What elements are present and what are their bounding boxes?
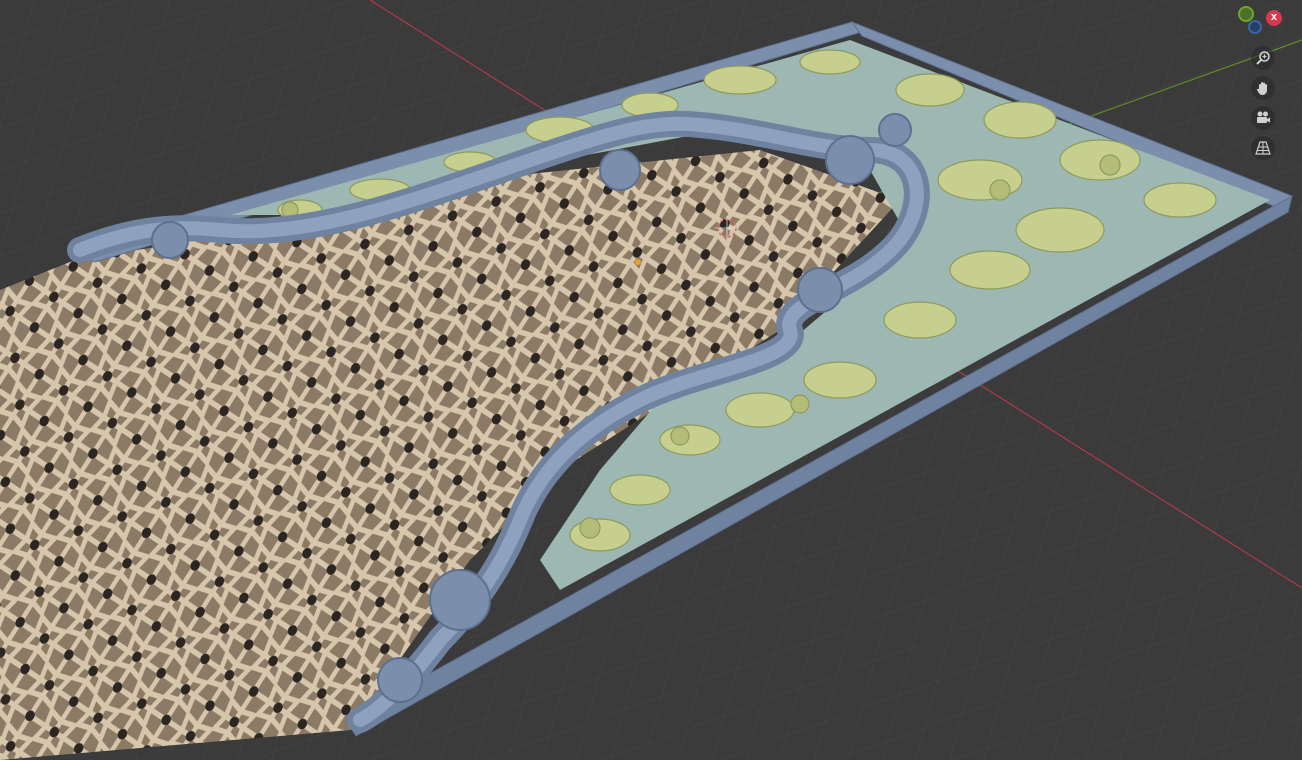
grid-perspective-icon (1255, 141, 1271, 155)
hand-pan-icon (1256, 82, 1267, 95)
navigation-gizmo: X (1232, 0, 1302, 170)
pan-button[interactable] (1251, 76, 1275, 100)
zoom-icon (1256, 51, 1270, 65)
gizmo-z-axis[interactable] (1248, 20, 1262, 34)
camera-button[interactable] (1251, 106, 1275, 130)
orientation-gizmo[interactable]: X (1232, 0, 1302, 40)
zoom-button[interactable] (1251, 46, 1275, 70)
camera-icon (1257, 111, 1270, 123)
3d-viewport[interactable] (0, 0, 1302, 760)
perspective-toggle-button[interactable] (1251, 136, 1275, 160)
object-origin (635, 259, 641, 265)
gizmo-x-axis[interactable]: X (1266, 10, 1282, 26)
